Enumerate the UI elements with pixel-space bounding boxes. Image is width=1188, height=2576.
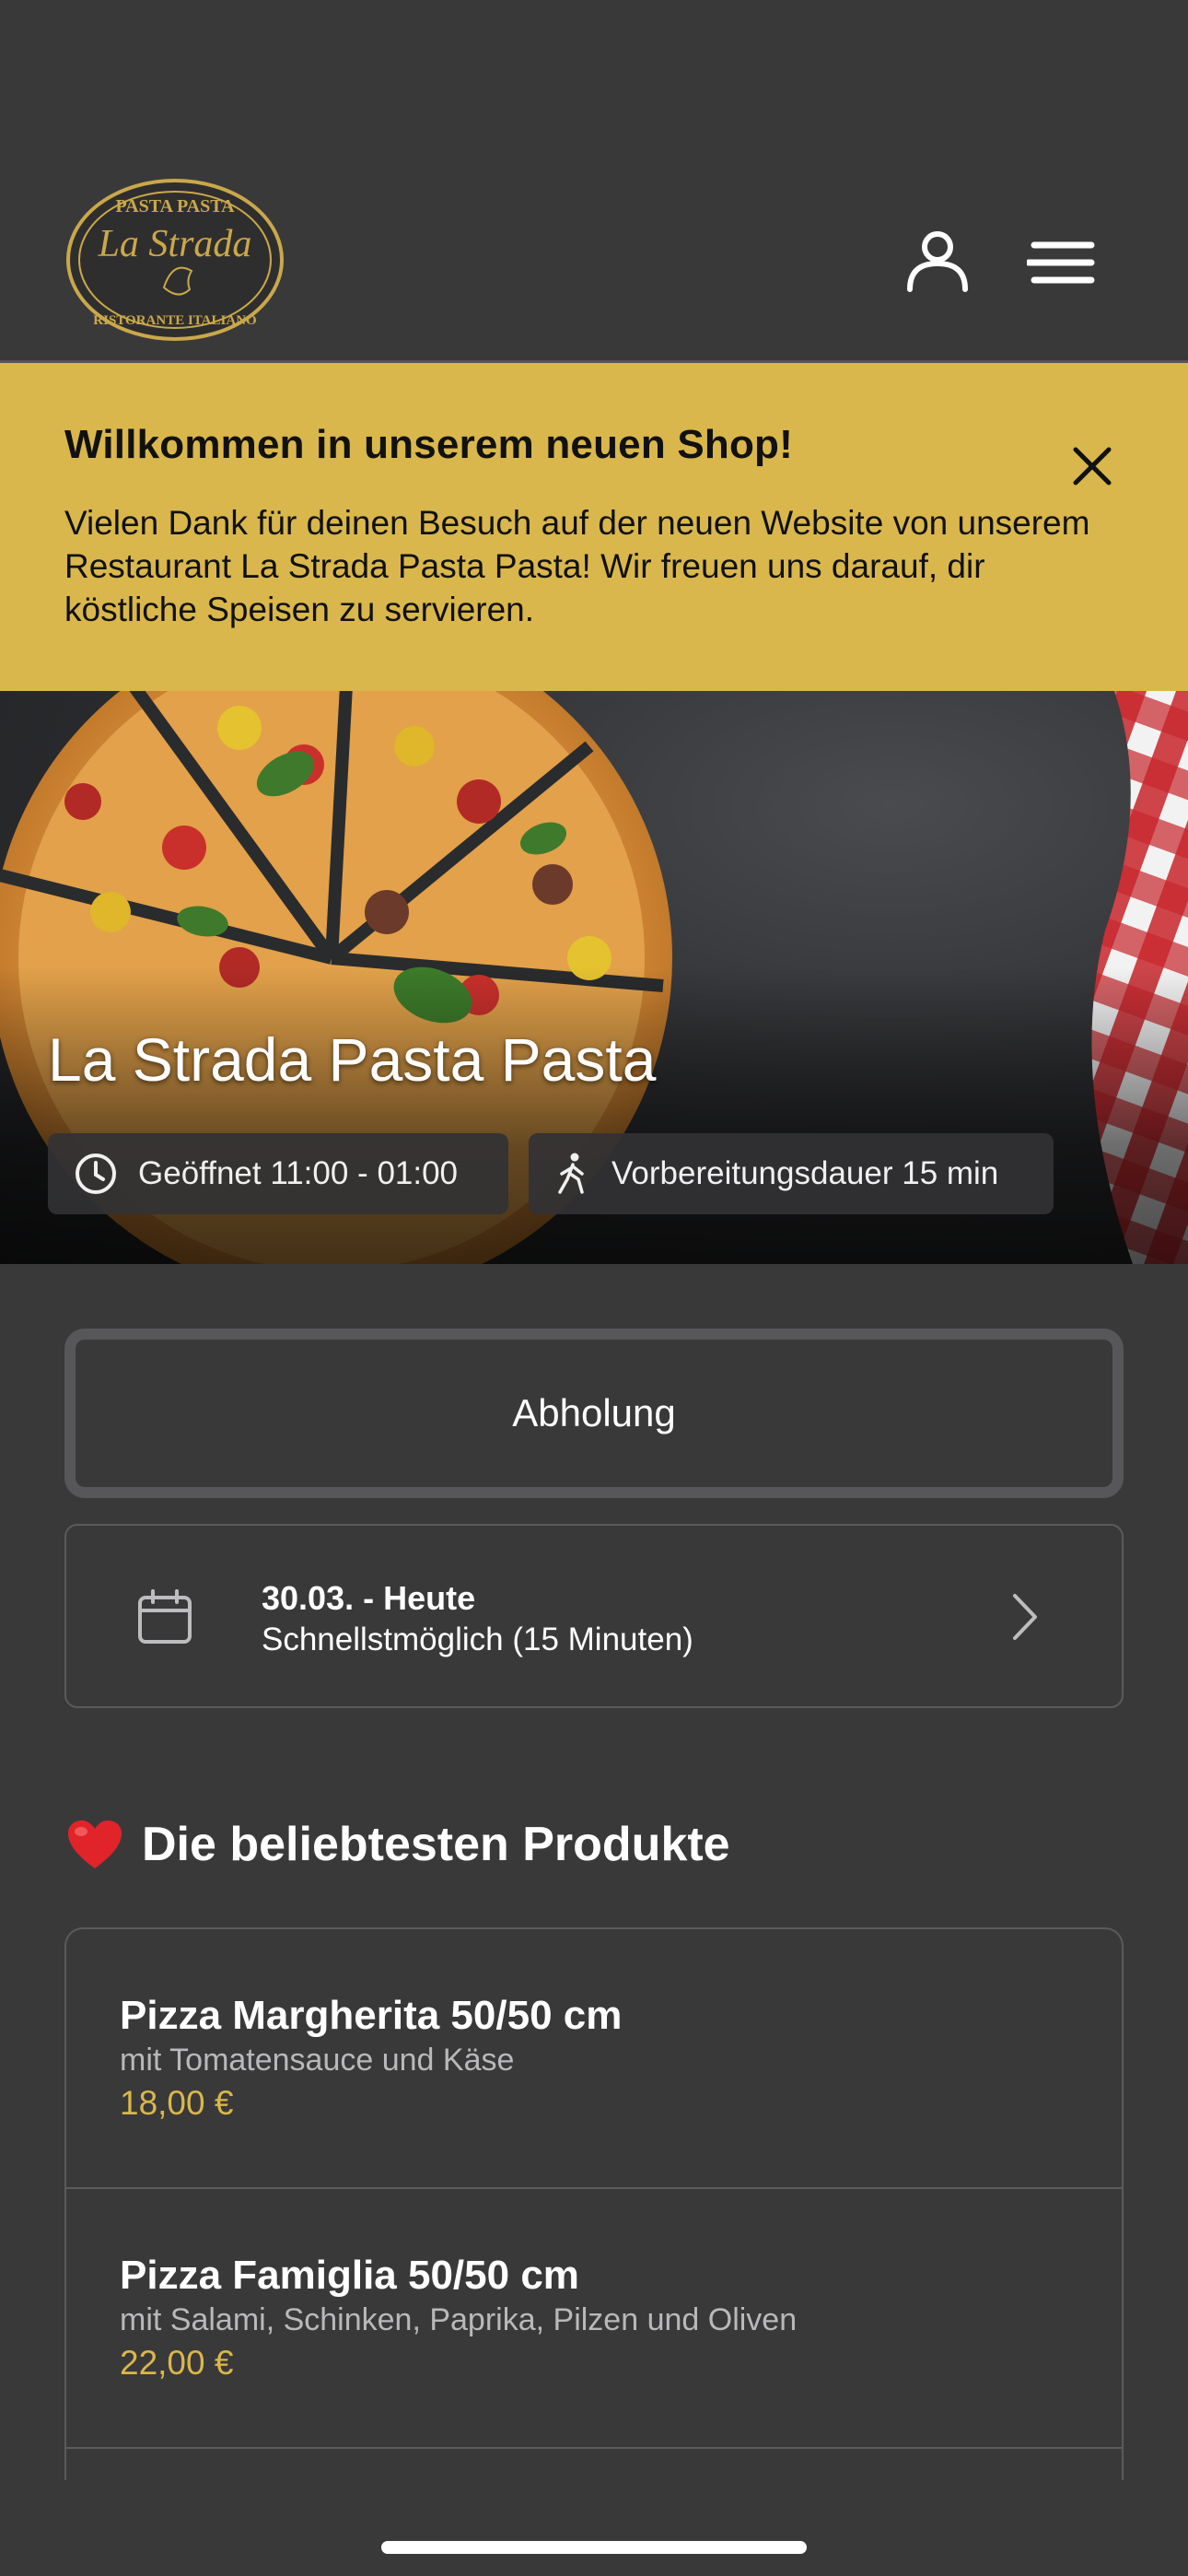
hamburger-menu-icon[interactable]: [1027, 234, 1101, 291]
app-header: PASTA PASTA La Strada RISTORANTE ITALIAN…: [0, 0, 1188, 363]
hero-image: La Strada Pasta Pasta Geöffnet 11:00 - 0…: [0, 691, 1188, 1264]
banner-title: Willkommen in unserem neuen Shop!: [64, 422, 793, 467]
prep-time-text: Vorbereitungsdauer 15 min: [611, 1155, 999, 1191]
pickup-time-selector[interactable]: 30.03. - Heute Schnellstmöglich (15 Minu…: [64, 1524, 1124, 1708]
product-description: mit Tomatensauce und Käse: [120, 2043, 515, 2078]
restaurant-name: La Strada Pasta Pasta: [48, 1025, 657, 1094]
opening-hours-text: Geöffnet 11:00 - 01:00: [138, 1155, 459, 1191]
prep-time-badge: Vorbereitungsdauer 15 min: [529, 1133, 1054, 1214]
product-price: 22,00 €: [120, 2344, 234, 2382]
popular-products-title: Die beliebtesten Produkte: [142, 1818, 730, 1871]
user-icon[interactable]: [901, 225, 974, 299]
walking-icon: [558, 1153, 584, 1194]
restaurant-logo[interactable]: PASTA PASTA La Strada RISTORANTE ITALIAN…: [64, 177, 285, 343]
pickup-time: Schnellstmöglich (15 Minuten): [262, 1622, 693, 1657]
svg-text:PASTA PASTA: PASTA PASTA: [115, 196, 235, 217]
heart-icon: [68, 1821, 122, 1868]
product-list: Pizza Margherita 50/50 cm mit Tomatensau…: [64, 1927, 1124, 2480]
opening-hours-badge: Geöffnet 11:00 - 01:00: [48, 1133, 508, 1214]
pickup-mode-label: Abholung: [512, 1391, 676, 1434]
product-name: Pizza Margherita 50/50 cm: [120, 1993, 623, 2038]
calendar-icon: [138, 1589, 192, 1644]
pickup-mode-button[interactable]: Abholung: [64, 1329, 1124, 1498]
popular-products-heading: Die beliebtesten Produkte: [66, 1817, 730, 1872]
close-icon[interactable]: [1066, 440, 1118, 492]
product-description: mit Salami, Schinken, Paprika, Pilzen un…: [120, 2302, 798, 2337]
pickup-date: 30.03. - Heute: [262, 1579, 476, 1617]
svg-text:La Strada: La Strada: [98, 223, 252, 265]
welcome-banner: Willkommen in unserem neuen Shop! Vielen…: [0, 363, 1188, 691]
product-price: 18,00 €: [120, 2084, 234, 2122]
home-indicator[interactable]: [381, 2541, 807, 2554]
svg-text:RISTORANTE ITALIANO: RISTORANTE ITALIANO: [93, 313, 256, 328]
product-name: Pizza Famiglia 50/50 cm: [120, 2253, 579, 2298]
banner-text: Vielen Dank für deinen Besuch auf der ne…: [64, 504, 1090, 628]
product-card[interactable]: Pizza Margherita 50/50 cm mit Tomatensau…: [66, 1929, 1122, 2189]
chevron-right-icon: [1013, 1594, 1037, 1640]
product-card[interactable]: Pizza Famiglia 50/50 cm mit Salami, Schi…: [66, 2189, 1122, 2449]
hero-gradient: [0, 967, 1188, 1264]
clock-icon: [76, 1153, 116, 1194]
